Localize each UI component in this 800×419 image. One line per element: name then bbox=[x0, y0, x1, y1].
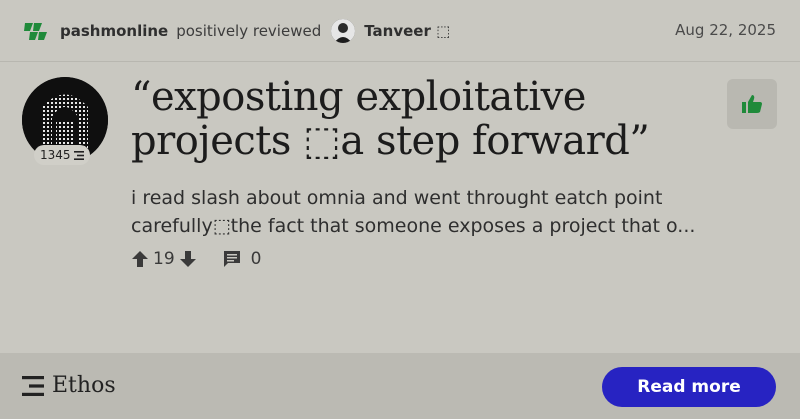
ethos-logo-icon bbox=[22, 375, 44, 396]
read-more-button[interactable]: Read more bbox=[602, 367, 776, 407]
ethos-mini-icon bbox=[73, 150, 84, 160]
ethos-brand-text: Ethos bbox=[52, 373, 116, 398]
target-avatar[interactable] bbox=[331, 18, 356, 43]
review-stats: 19 0 bbox=[131, 247, 265, 271]
author-link[interactable]: pashmonline bbox=[60, 22, 168, 40]
review-header: pashmonline positively reviewed Tanveer … bbox=[0, 0, 800, 62]
author-avatar-block[interactable]: 1345 bbox=[22, 77, 108, 165]
comment-icon[interactable] bbox=[223, 250, 241, 268]
target-link[interactable]: Tanveer ⬚ bbox=[364, 22, 450, 40]
comment-count: 0 bbox=[250, 249, 262, 269]
score-value: 1345 bbox=[40, 148, 71, 162]
upvote-count: 19 bbox=[153, 249, 175, 269]
footer-bar: Ethos Read more bbox=[0, 353, 800, 419]
review-date: Aug 22, 2025 bbox=[675, 21, 776, 39]
ethos-brand[interactable]: Ethos bbox=[22, 373, 116, 398]
arrow-down-icon[interactable] bbox=[179, 250, 197, 268]
review-action-text: positively reviewed bbox=[176, 21, 322, 40]
review-title: “exposting exploitative projects ⬚a step… bbox=[131, 74, 650, 164]
review-body: i read slash about omnia and went throug… bbox=[131, 187, 696, 237]
thumbs-up-icon bbox=[742, 95, 762, 113]
positive-review-button[interactable] bbox=[727, 79, 777, 129]
brand-chevrons-icon bbox=[24, 21, 48, 41]
score-badge: 1345 bbox=[34, 145, 90, 165]
arrow-up-icon[interactable] bbox=[131, 250, 149, 268]
